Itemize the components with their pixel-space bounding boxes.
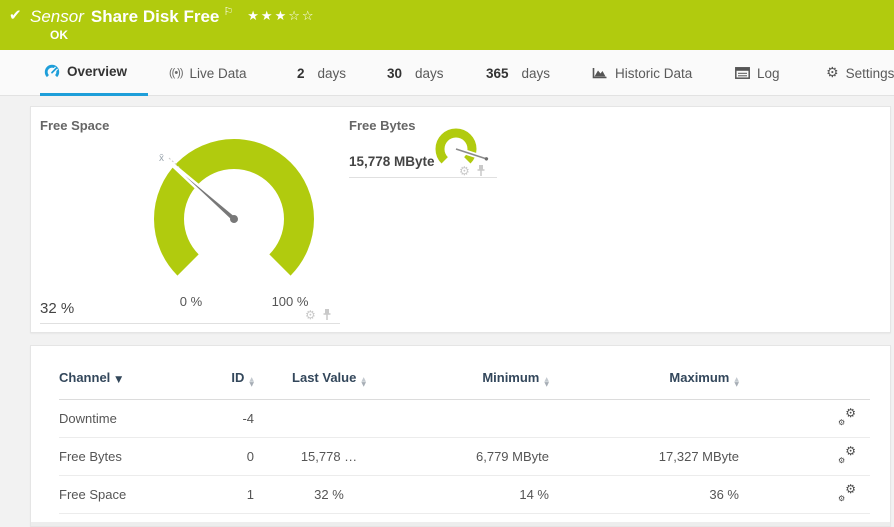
column-label: Minimum — [482, 370, 539, 385]
cell-id: -4 — [209, 400, 254, 438]
sort-icon: ▲▼ — [734, 377, 739, 387]
broadcast-icon: ((•)) — [169, 67, 183, 79]
sort-icon: ▲▼ — [249, 377, 254, 387]
channel-settings-icon[interactable]: ⚙⚙ — [838, 485, 856, 501]
cell-maximum — [549, 400, 739, 438]
tab-label: Log — [757, 66, 780, 81]
column-header-minimum[interactable]: Minimum ▲▼ — [404, 370, 549, 400]
cell-channel: Free Space — [59, 476, 209, 514]
tab-overview[interactable]: Overview — [40, 50, 148, 96]
cell-minimum: 6,779 MByte — [404, 438, 549, 476]
column-label: ID — [231, 370, 244, 385]
tab-label: Settings — [846, 66, 894, 81]
sensor-name: Share Disk Free — [91, 7, 220, 26]
channel-settings-icon[interactable]: ⚙⚙ — [838, 409, 856, 425]
free-space-value: 32 % — [40, 300, 74, 317]
gear-icon: ⚙ — [826, 66, 839, 80]
free-space-gauge: x̄ — [149, 129, 319, 284]
pin-icon[interactable] — [476, 164, 486, 177]
tab-label: days — [522, 66, 551, 81]
free-space-title: Free Space — [40, 118, 109, 133]
cell-channel: Downtime — [59, 400, 209, 438]
column-header-last-value[interactable]: Last Value ▲▼ — [254, 370, 404, 400]
tab-log[interactable]: Log — [731, 50, 784, 96]
sort-desc-icon: ▼ — [115, 375, 122, 385]
channel-table-panel: Channel▼ ID▲▼ Last Value▲▼ Minimum▲▼ Max — [30, 345, 891, 527]
cell-last-value: 32 % — [254, 476, 404, 514]
gauge-icon — [44, 64, 60, 80]
gauge-settings-gear-icon[interactable]: ⚙ — [305, 309, 316, 321]
tab-number: 2 — [297, 66, 305, 81]
cell-minimum: 14 % — [404, 476, 549, 514]
free-space-separator — [40, 323, 340, 324]
tab-label: Overview — [67, 64, 127, 79]
priority-stars[interactable]: ★★★☆☆ — [247, 9, 315, 24]
sort-icon: ▲▼ — [544, 377, 549, 387]
next-section-edge — [31, 522, 890, 526]
pin-icon[interactable] — [322, 308, 332, 321]
table-header-row: Channel▼ ID▲▼ Last Value▲▼ Minimum▲▼ Max — [59, 370, 870, 400]
gauge-settings-gear-icon[interactable]: ⚙ — [459, 165, 470, 177]
tab-2-days[interactable]: 2 days — [293, 50, 350, 96]
tab-number: 365 — [486, 66, 509, 81]
cell-last-value — [254, 400, 404, 438]
cell-minimum — [404, 400, 549, 438]
cell-maximum: 36 % — [549, 476, 739, 514]
status-check-icon: ✔ — [9, 6, 22, 24]
column-header-maximum[interactable]: Maximum ▲▼ — [549, 370, 739, 400]
channel-settings-icon[interactable]: ⚙⚙ — [838, 447, 856, 463]
column-label: Last Value — [292, 370, 356, 385]
sensor-kind-label: Sensor — [30, 7, 84, 26]
tab-365-days[interactable]: 365 days — [482, 50, 554, 96]
column-label: Channel — [59, 370, 110, 385]
tab-label: Live Data — [190, 66, 247, 81]
area-chart-icon — [592, 66, 608, 80]
tab-label: days — [415, 66, 444, 81]
free-bytes-value: 15,778 MByte — [349, 154, 435, 169]
column-header-channel[interactable]: Channel ▼ — [59, 370, 209, 400]
tab-live-data[interactable]: ((•)) Live Data — [165, 50, 251, 96]
tab-settings[interactable]: ⚙ Settings — [822, 50, 894, 96]
tab-number: 30 — [387, 66, 402, 81]
overview-gauges-panel: Free Space x̄ 0 % 100 % 32 % ⚙ Free Byte… — [30, 106, 891, 333]
column-header-id[interactable]: ID ▲▼ — [209, 370, 254, 400]
cell-maximum: 17,327 MByte — [549, 438, 739, 476]
tab-historic-data[interactable]: Historic Data — [588, 50, 696, 96]
tab-bar: Overview ((•)) Live Data 2 days 30 days 36… — [0, 50, 894, 96]
tab-30-days[interactable]: 30 days — [383, 50, 448, 96]
mean-marker: x̄ — [159, 153, 164, 164]
cell-id: 0 — [209, 438, 254, 476]
channel-table: Channel▼ ID▲▼ Last Value▲▼ Minimum▲▼ Max — [59, 370, 870, 514]
flag-icon[interactable]: ⚐ — [223, 5, 233, 18]
cell-last-value: 15,778 … — [254, 438, 404, 476]
column-label: Maximum — [669, 370, 729, 385]
gauge-scale-max: 100 % — [261, 294, 319, 309]
free-bytes-separator — [349, 177, 497, 178]
sensor-header: ✔ Sensor Share Disk Free⚐ ★★★☆☆ OK — [0, 0, 894, 50]
tab-label: Historic Data — [615, 66, 692, 81]
tab-label: days — [318, 66, 347, 81]
free-bytes-title: Free Bytes — [349, 118, 415, 133]
sensor-title: Sensor Share Disk Free⚐ ★★★☆☆ — [30, 5, 316, 27]
table-row-downtime[interactable]: Downtime -4 ⚙⚙ — [59, 400, 870, 438]
cell-id: 1 — [209, 476, 254, 514]
gauge-scale-min: 0 % — [171, 294, 211, 309]
prtg-sensor-page: ✔ Sensor Share Disk Free⚐ ★★★☆☆ OK Overvie… — [0, 0, 894, 527]
table-row-free-space[interactable]: Free Space 1 32 % 14 % 36 % ⚙⚙ — [59, 476, 870, 514]
status-badge: OK — [50, 28, 68, 42]
cell-channel: Free Bytes — [59, 438, 209, 476]
log-icon — [735, 67, 750, 79]
table-row-free-bytes[interactable]: Free Bytes 0 15,778 … 6,779 MByte 17,327… — [59, 438, 870, 476]
sort-icon: ▲▼ — [361, 377, 366, 387]
